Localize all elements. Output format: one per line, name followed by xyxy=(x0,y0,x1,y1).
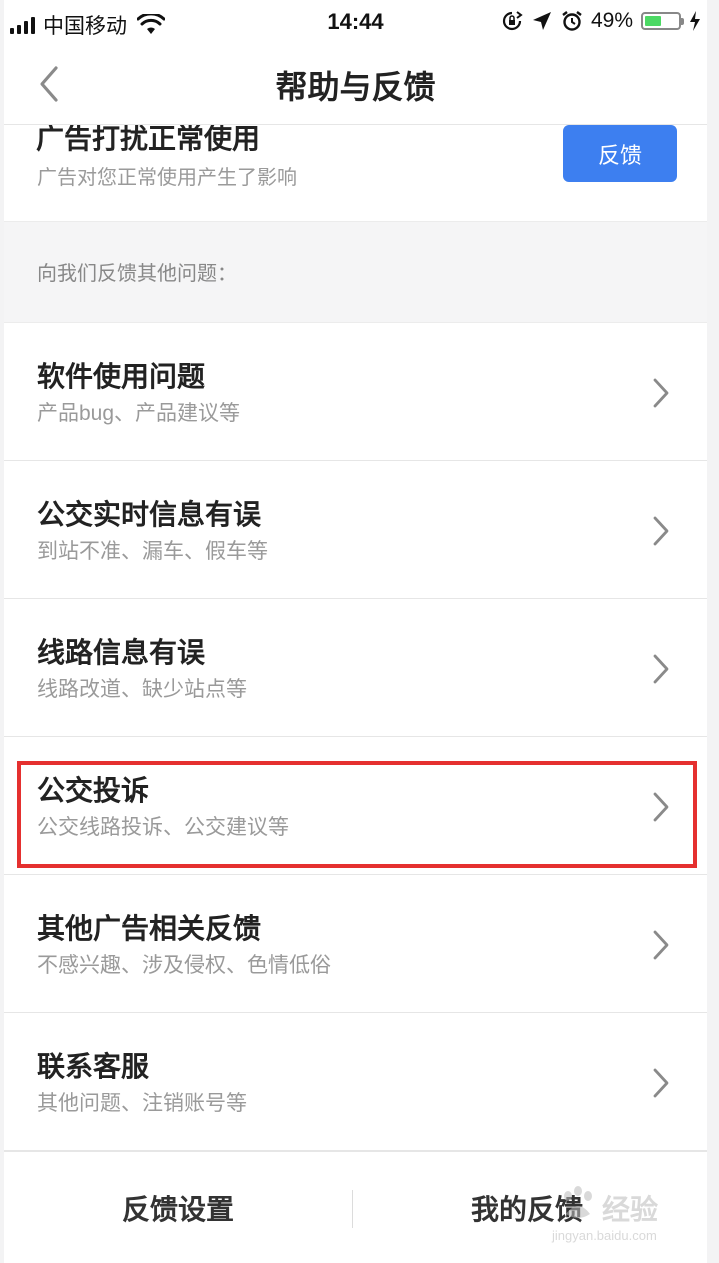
list-item-subtitle: 线路改道、缺少站点等 xyxy=(37,678,247,701)
list-item-contact-support[interactable]: 联系客服 其他问题、注销账号等 xyxy=(4,1013,707,1151)
chevron-right-icon xyxy=(653,654,669,684)
chevron-right-icon xyxy=(653,792,669,822)
baidu-watermark: 经验 jingyan.baidu.com xyxy=(552,1178,702,1248)
app-screen: 中国移动 14:44 49% 帮助与反馈 广告打扰正常使用 广告对您正常使用产生… xyxy=(4,0,707,1263)
list-item-subtitle: 公交线路投诉、公交建议等 xyxy=(37,816,289,839)
location-icon xyxy=(532,12,551,30)
list-item-title: 公交实时信息有误 xyxy=(37,499,262,530)
list-item-title: 联系客服 xyxy=(37,1051,150,1082)
list-item-subtitle: 到站不准、漏车、假车等 xyxy=(37,540,268,563)
watermark-text: 经验 xyxy=(602,1194,659,1225)
feedback-settings-button[interactable]: 反馈设置 xyxy=(4,1152,352,1263)
list-item-subtitle: 产品bug、产品建议等 xyxy=(37,402,241,425)
chevron-right-icon xyxy=(653,516,669,546)
list-item-other-ad-feedback[interactable]: 其他广告相关反馈 不感兴趣、涉及侵权、色情低俗 xyxy=(4,875,707,1013)
list-item-subtitle: 不感兴趣、涉及侵权、色情低俗 xyxy=(37,954,331,977)
list-item-software-issue[interactable]: 软件使用问题 产品bug、产品建议等 xyxy=(4,323,707,461)
chevron-right-icon xyxy=(653,1068,669,1098)
list-item-title: 公交投诉 xyxy=(37,775,150,806)
status-bar: 中国移动 14:44 49% xyxy=(4,0,707,46)
ad-feedback-row: 广告打扰正常使用 广告对您正常使用产生了影响 反馈 xyxy=(4,125,707,221)
battery-fill xyxy=(645,16,661,26)
orientation-lock-icon xyxy=(502,11,523,31)
battery-icon xyxy=(641,12,684,30)
list-item-title: 线路信息有误 xyxy=(37,637,206,668)
page-title: 帮助与反馈 xyxy=(275,69,436,105)
paw-logo-icon xyxy=(564,1186,592,1218)
list-item-route-info-error[interactable]: 线路信息有误 线路改道、缺少站点等 xyxy=(4,599,707,737)
list-item-title: 其他广告相关反馈 xyxy=(37,913,262,944)
watermark-site: jingyan.baidu.com xyxy=(552,1228,657,1243)
ad-row-subtitle: 广告对您正常使用产生了影响 xyxy=(37,167,297,189)
list-item-realtime-info-error[interactable]: 公交实时信息有误 到站不准、漏车、假车等 xyxy=(4,461,707,599)
battery-percent: 49% xyxy=(590,9,633,32)
list-item-subtitle: 其他问题、注销账号等 xyxy=(37,1092,247,1115)
ad-row-title: 广告打扰正常使用 xyxy=(36,125,261,154)
list-item-bus-complaint[interactable]: 公交投诉 公交线路投诉、公交建议等 xyxy=(4,737,707,875)
list-item-title: 软件使用问题 xyxy=(37,361,206,392)
nav-bar: 帮助与反馈 xyxy=(4,46,707,125)
feedback-button[interactable]: 反馈 xyxy=(563,125,677,182)
alarm-icon xyxy=(562,11,582,31)
status-right: 49% xyxy=(501,9,701,33)
chevron-right-icon xyxy=(653,930,669,960)
charging-icon xyxy=(690,11,700,31)
chevron-right-icon xyxy=(653,378,669,408)
section-header: 向我们反馈其他问题： xyxy=(4,221,707,323)
section-header-label: 向我们反馈其他问题： xyxy=(37,263,237,285)
